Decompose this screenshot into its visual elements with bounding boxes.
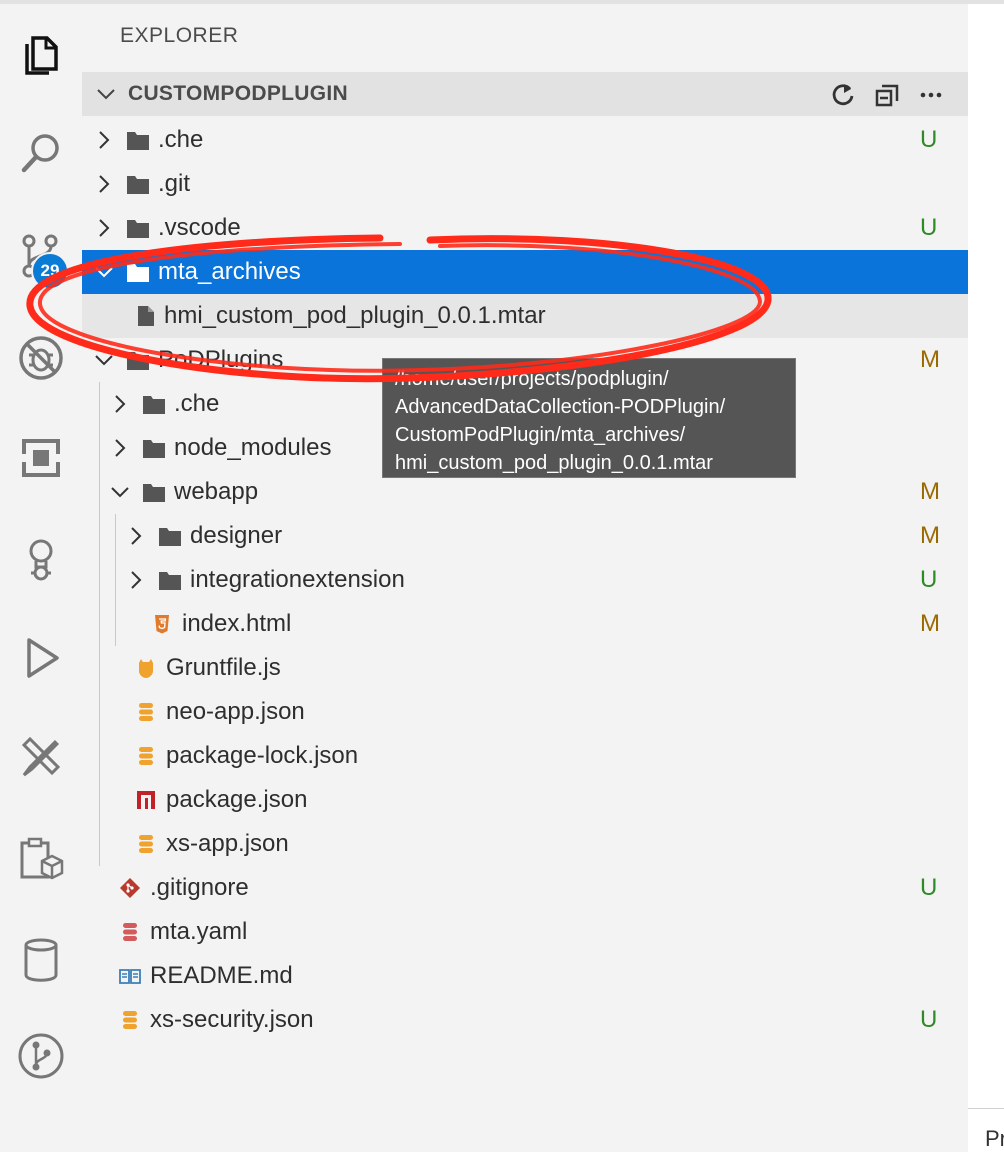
files-icon [25, 36, 58, 75]
workspace-title: CUSTOMPODPLUGIN [128, 82, 348, 105]
tooltip-line: AdvancedDataCollection-PODPlugin/ [395, 396, 726, 418]
tree-item-neo-app-json[interactable]: neo-app.json [82, 690, 968, 734]
tools-activity-button[interactable] [0, 722, 82, 794]
workspace-section-header[interactable]: CUSTOMPODPLUGIN [82, 72, 968, 116]
chevron-right-icon [115, 395, 126, 413]
source-control-badge: 29 [31, 252, 69, 290]
tree-item-xs-security-json[interactable]: xs-security.json U [82, 998, 968, 1042]
refresh-button[interactable] [828, 80, 858, 110]
editor-panel-tab[interactable]: Pr [985, 1126, 1004, 1152]
tree-item-gruntfile[interactable]: Gruntfile.js [82, 646, 968, 690]
chevron-down-icon [95, 355, 113, 366]
git-status-badge: U [920, 126, 938, 153]
git-status-badge: M [920, 346, 940, 373]
folder-icon [143, 440, 165, 458]
clipboard-box-icon [20, 837, 64, 880]
tree-item-xs-app-json[interactable]: xs-app.json [82, 822, 968, 866]
tooltip-line: hmi_custom_pod_plugin_0.0.1.mtar [395, 452, 713, 474]
tree-item-mtar-file[interactable]: hmi_custom_pod_plugin_0.0.1.mtar [82, 294, 968, 338]
tree-item-integrationextension[interactable]: integrationextension U [82, 558, 968, 602]
search-activity-button[interactable] [0, 118, 82, 190]
tree-item-git[interactable]: .git [82, 162, 968, 206]
git-graph-icon [18, 1033, 64, 1079]
yaml-icon [123, 923, 137, 941]
run-icon [27, 638, 59, 678]
chevron-right-icon [131, 527, 142, 545]
html5-icon [155, 615, 169, 634]
extensions-icon [20, 439, 62, 477]
git-status-badge: U [920, 566, 938, 593]
extensions-activity-button[interactable] [0, 422, 82, 494]
collapse-all-button[interactable] [872, 80, 902, 110]
folder-icon [159, 572, 181, 590]
git-status-badge: M [920, 478, 940, 505]
debug-disabled-icon [19, 336, 63, 380]
chevron-right-icon [99, 131, 110, 149]
git-status-badge: U [920, 1006, 938, 1033]
refresh-icon [832, 84, 854, 106]
git-icon [120, 878, 140, 898]
folder-icon [127, 176, 149, 194]
collapse-all-icon [875, 84, 899, 107]
json-icon [139, 747, 153, 765]
tree-item-che[interactable]: .che U [82, 118, 968, 162]
folder-open-icon [143, 484, 165, 502]
database-icon [24, 938, 58, 982]
tree-item-gitignore[interactable]: .gitignore U [82, 866, 968, 910]
chevron-right-icon [99, 219, 110, 237]
debug-activity-button[interactable] [0, 322, 82, 394]
chevron-right-icon [115, 439, 126, 457]
tree-item-readme[interactable]: README.md [82, 954, 968, 998]
git-graph-activity-button[interactable] [0, 1020, 82, 1092]
lightbulb-activity-button[interactable] [0, 522, 82, 594]
tooltip-line: CustomPodPlugin/mta_archives/ [395, 424, 686, 446]
activity-bar: 29 [0, 4, 82, 1152]
chevron-down-icon [95, 267, 113, 278]
tree-item-index-html[interactable]: index.html M [82, 602, 968, 646]
git-status-badge: M [920, 522, 940, 549]
folder-icon [127, 220, 149, 238]
search-icon [21, 134, 59, 173]
json-icon [123, 1011, 137, 1029]
explorer-sidebar: EXPLORER CUSTOMPODPLUGIN .che U .git .vs… [82, 4, 968, 1152]
tree-item-package-json[interactable]: package.json [82, 778, 968, 822]
lightbulb-gear-icon [29, 539, 53, 581]
folder-icon [127, 132, 149, 150]
book-icon [119, 969, 141, 984]
explorer-title: EXPLORER [120, 24, 239, 47]
folder-icon [143, 396, 165, 414]
file-path-tooltip: /home/user/projects/podplugin/ AdvancedD… [382, 358, 796, 478]
git-status-badge: M [920, 610, 940, 637]
json-icon [139, 835, 153, 853]
run-activity-button[interactable] [0, 622, 82, 694]
chevron-down-icon [111, 487, 129, 498]
explorer-activity-button[interactable] [0, 18, 82, 90]
file-icon [138, 306, 154, 326]
json-icon [139, 703, 153, 721]
npm-icon [137, 791, 155, 809]
more-icon [920, 92, 942, 98]
git-status-badge: U [920, 874, 938, 901]
tree-item-mta-yaml[interactable]: mta.yaml [82, 910, 968, 954]
tree-item-mta-archives[interactable]: mta_archives [82, 250, 968, 294]
chevron-down-icon [97, 89, 115, 100]
editor-divider [968, 1108, 1004, 1109]
chevron-right-icon [131, 571, 142, 589]
tools-icon [21, 736, 61, 777]
chevron-right-icon [99, 175, 110, 193]
folder-icon [159, 528, 181, 546]
tooltip-line: /home/user/projects/podplugin/ [395, 368, 669, 390]
database-activity-button[interactable] [0, 924, 82, 996]
folder-open-icon [127, 264, 149, 282]
git-status-badge: U [920, 214, 938, 241]
tree-item-designer[interactable]: designer M [82, 514, 968, 558]
tree-item-package-lock-json[interactable]: package-lock.json [82, 734, 968, 778]
clipboard-activity-button[interactable] [0, 824, 82, 896]
tree-item-vscode[interactable]: .vscode U [82, 206, 968, 250]
grunt-icon [139, 659, 153, 678]
folder-open-icon [127, 352, 149, 370]
more-actions-button[interactable] [916, 80, 946, 110]
